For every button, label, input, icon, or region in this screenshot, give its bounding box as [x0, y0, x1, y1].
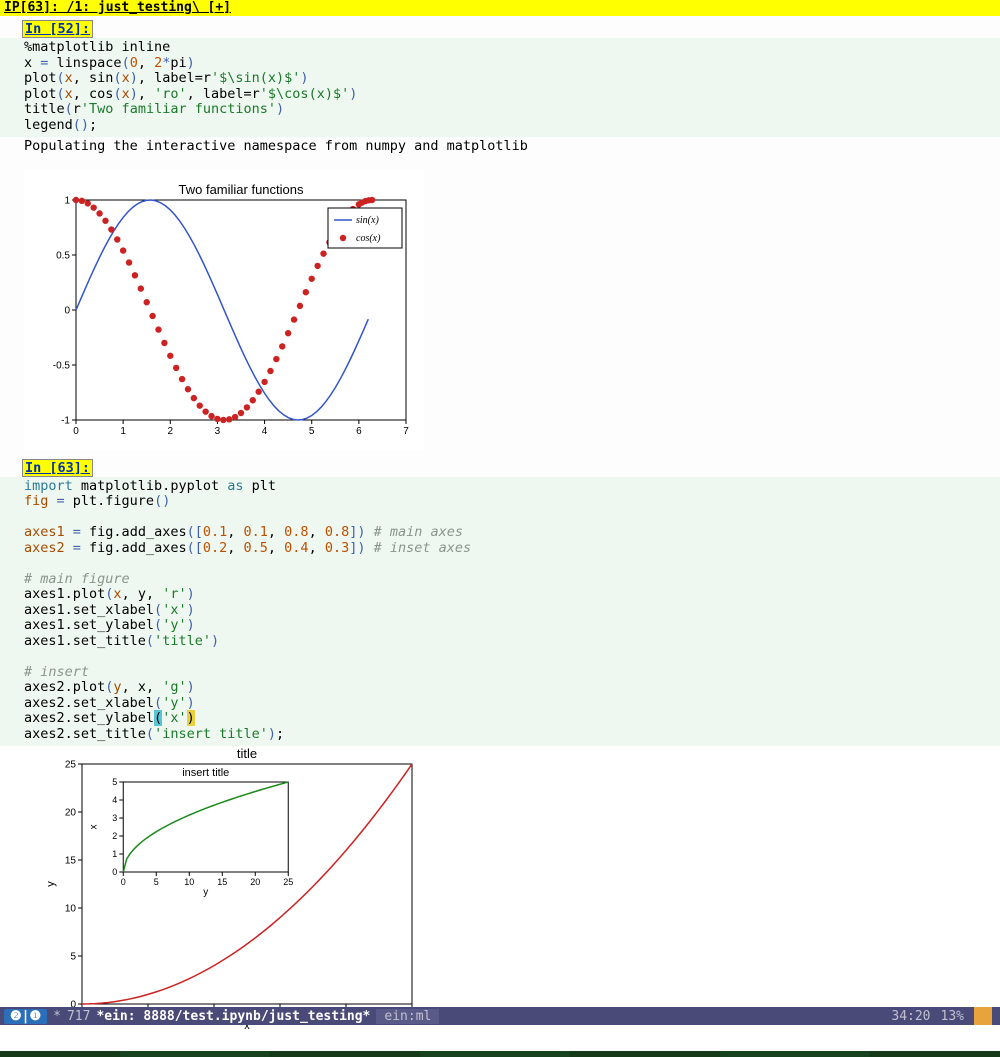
- svg-text:25: 25: [65, 760, 77, 771]
- editor-pane[interactable]: IP[63]: /1: just_testing\ [+] In [52]: %…: [0, 0, 1000, 1025]
- svg-text:3: 3: [215, 426, 221, 437]
- svg-text:-0.5: -0.5: [53, 360, 71, 371]
- code-line[interactable]: axes2 = fig.add_axes([0.2, 0.5, 0.4, 0.3…: [24, 541, 994, 557]
- svg-text:25: 25: [283, 877, 293, 887]
- cell-63-code[interactable]: import matplotlib.pyplot as plt fig = pl…: [0, 477, 1000, 747]
- tab-title: IP[63]: /1: just_testing\ [+]: [0, 0, 1000, 16]
- svg-text:2: 2: [168, 426, 174, 437]
- svg-text:3: 3: [112, 813, 117, 823]
- cell-63-output: 0123450510152025titlexy0510152025012345i…: [0, 746, 1000, 1051]
- svg-text:0.5: 0.5: [56, 250, 70, 261]
- code-line[interactable]: axes2.set_title('insert title');: [24, 727, 994, 743]
- modeline-end-cap: [974, 1007, 992, 1025]
- svg-text:insert title: insert title: [182, 767, 229, 779]
- svg-text:15: 15: [65, 856, 77, 867]
- code-line[interactable]: import matplotlib.pyplot as plt: [24, 479, 994, 495]
- code-line[interactable]: axes2.set_xlabel('y'): [24, 696, 994, 712]
- modeline-line-number: 717: [67, 1009, 90, 1024]
- chart-1: 0 1 2 3 4 5 6 7 -1 -0.5 0 0.5 1 Two familiar function…: [24, 170, 424, 451]
- cell-prompt-52: In [52]:: [22, 20, 93, 38]
- code-line[interactable]: %matplotlib inline: [24, 40, 994, 56]
- cell-prompt-63: In [63]:: [22, 459, 93, 477]
- code-line[interactable]: # insert: [24, 665, 994, 681]
- svg-text:-1: -1: [61, 415, 70, 426]
- svg-text:Two familiar functions: Two familiar functions: [179, 182, 304, 197]
- svg-text:5: 5: [309, 426, 315, 437]
- code-line[interactable]: axes1.set_title('title'): [24, 634, 994, 650]
- modeline: ❷|❶ * 717 *ein: 8888/test.ipynb/just_tes…: [0, 1007, 1000, 1025]
- svg-text:4: 4: [262, 426, 268, 437]
- code-line[interactable]: axes1.set_xlabel('x'): [24, 603, 994, 619]
- svg-text:0: 0: [73, 426, 79, 437]
- svg-text:sin(x): sin(x): [356, 215, 379, 226]
- code-line[interactable]: plot(x, cos(x), 'ro', label=r'$\cos(x)$'…: [24, 87, 994, 103]
- code-line[interactable]: # main figure: [24, 572, 994, 588]
- svg-text:1: 1: [112, 849, 117, 859]
- code-line[interactable]: axes1.set_ylabel('y'): [24, 618, 994, 634]
- code-line[interactable]: axes2.plot(y, x, 'g'): [24, 680, 994, 696]
- code-line[interactable]: title(r'Two familiar functions'): [24, 102, 994, 118]
- chart-2: 0123450510152025titlexy0510152025012345i…: [24, 746, 444, 1047]
- svg-text:4: 4: [112, 795, 117, 805]
- code-line[interactable]: axes2.set_ylabel('x'): [24, 711, 994, 727]
- modeline-cursor-pos: 34:20: [891, 1009, 930, 1024]
- svg-text:0: 0: [121, 877, 126, 887]
- svg-text:10: 10: [184, 877, 194, 887]
- modeline-workspace-badge: ❷|❶: [4, 1009, 47, 1024]
- svg-text:0: 0: [112, 867, 117, 877]
- svg-text:5: 5: [70, 952, 76, 963]
- svg-text:20: 20: [65, 808, 77, 819]
- code-line[interactable]: [24, 649, 994, 665]
- modeline-scroll-pct: 13%: [941, 1009, 964, 1024]
- stdout-line: Populating the interactive namespace fro…: [24, 139, 994, 155]
- svg-text:x: x: [88, 825, 99, 830]
- desktop-background-strip: [0, 1025, 1000, 1057]
- code-line[interactable]: x = linspace(0, 2*pi): [24, 56, 994, 72]
- cell-52-output: Populating the interactive namespace fro…: [0, 137, 1000, 455]
- svg-text:y: y: [203, 887, 208, 898]
- svg-text:2: 2: [112, 831, 117, 841]
- svg-text:5: 5: [154, 877, 159, 887]
- code-line[interactable]: axes1 = fig.add_axes([0.1, 0.1, 0.8, 0.8…: [24, 525, 994, 541]
- code-line[interactable]: [24, 556, 994, 572]
- modeline-buffer-name: *ein: 8888/test.ipynb/just_testing*: [96, 1009, 370, 1024]
- svg-text:5: 5: [112, 777, 117, 787]
- svg-text:7: 7: [403, 426, 409, 437]
- code-line[interactable]: fig = plt.figure(): [24, 494, 994, 510]
- modeline-major-mode: ein:ml: [376, 1009, 439, 1024]
- svg-text:1: 1: [64, 195, 70, 206]
- svg-text:0: 0: [64, 305, 70, 316]
- code-line[interactable]: [24, 510, 994, 526]
- svg-text:10: 10: [65, 904, 77, 915]
- modeline-modified-star: *: [53, 1009, 61, 1024]
- code-line[interactable]: legend();: [24, 118, 994, 134]
- svg-text:cos(x): cos(x): [356, 233, 381, 244]
- svg-text:15: 15: [217, 877, 227, 887]
- code-line[interactable]: axes1.plot(x, y, 'r'): [24, 587, 994, 603]
- cell-52-code[interactable]: %matplotlib inline x = linspace(0, 2*pi)…: [0, 38, 1000, 137]
- svg-text:y: y: [45, 881, 57, 887]
- svg-text:1: 1: [120, 426, 126, 437]
- svg-text:20: 20: [250, 877, 260, 887]
- code-line[interactable]: plot(x, sin(x), label=r'$\sin(x)$'): [24, 71, 994, 87]
- svg-text:title: title: [237, 746, 257, 761]
- svg-text:6: 6: [356, 426, 362, 437]
